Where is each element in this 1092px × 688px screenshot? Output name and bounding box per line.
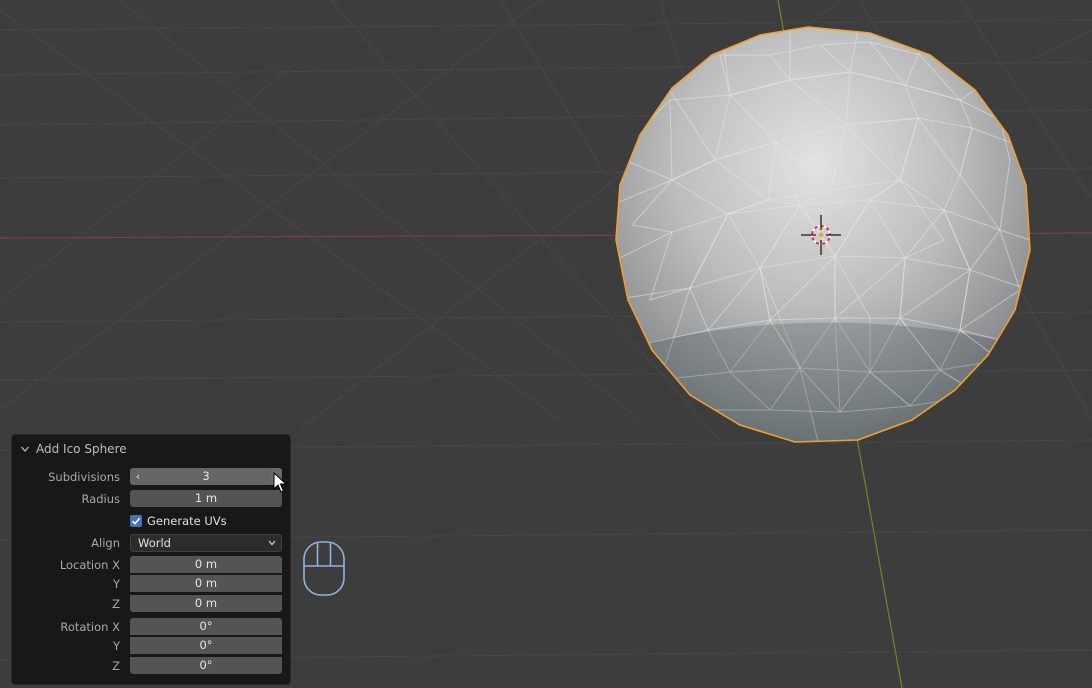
generate-uvs-checkbox[interactable]: [130, 515, 142, 527]
location-y-row: Y 0 m: [12, 575, 290, 593]
chevron-down-icon: [21, 446, 29, 452]
rotation-x-label: Rotation X: [60, 620, 120, 634]
rotation-x-field[interactable]: 0°: [130, 618, 282, 635]
operator-panel: Add Ico Sphere Subdivisions ‹ 3 Radius 1…: [11, 434, 291, 685]
location-z-row: Z 0 m: [12, 595, 290, 613]
checkmark-icon: [131, 517, 141, 525]
align-row: Align World: [12, 534, 290, 552]
radius-value: 1 m: [194, 491, 218, 505]
decrement-arrow-icon[interactable]: ‹: [133, 468, 143, 485]
location-y-value: 0 m: [194, 576, 218, 590]
radius-field[interactable]: 1 m: [130, 490, 282, 507]
subdivisions-row: Subdivisions ‹ 3: [12, 468, 290, 486]
rotation-z-row: Z 0°: [12, 657, 290, 675]
generate-uvs-toggle[interactable]: Generate UVs: [130, 512, 227, 530]
rotation-y-label: Y: [112, 639, 120, 653]
radius-label: Radius: [81, 492, 120, 506]
location-x-row: Location X 0 m: [12, 556, 290, 574]
mouse-icon: [303, 541, 345, 596]
location-z-value: 0 m: [194, 596, 218, 610]
panel-header[interactable]: Add Ico Sphere: [20, 440, 127, 458]
subdivisions-field[interactable]: ‹ 3: [130, 468, 282, 485]
location-x-field[interactable]: 0 m: [130, 556, 282, 573]
rotation-y-value: 0°: [199, 638, 213, 652]
align-dropdown[interactable]: World: [130, 534, 282, 552]
rotation-z-value: 0°: [199, 658, 213, 672]
rotation-y-row: Y 0°: [12, 637, 290, 655]
rotation-y-field[interactable]: 0°: [130, 637, 282, 654]
chevron-down-icon: [268, 540, 276, 546]
location-y-field[interactable]: 0 m: [130, 575, 282, 592]
location-z-field[interactable]: 0 m: [130, 595, 282, 612]
generate-uvs-label: Generate UVs: [147, 514, 227, 528]
location-x-label: Location X: [59, 558, 120, 572]
mouse-pointer-icon: [273, 472, 287, 493]
subdivisions-label: Subdivisions: [48, 470, 120, 484]
align-value: World: [138, 536, 171, 550]
rotation-x-value: 0°: [199, 619, 213, 633]
generate-uvs-row: Generate UVs: [12, 512, 290, 530]
subdivisions-value: 3: [202, 469, 210, 483]
rotation-z-field[interactable]: 0°: [130, 657, 282, 674]
rotation-x-row: Rotation X 0°: [12, 618, 290, 636]
radius-row: Radius 1 m: [12, 490, 290, 508]
location-y-label: Y: [112, 577, 120, 591]
location-x-value: 0 m: [194, 557, 218, 571]
panel-title: Add Ico Sphere: [36, 442, 127, 456]
rotation-z-label: Z: [112, 659, 120, 673]
align-label: Align: [91, 536, 120, 550]
location-z-label: Z: [112, 597, 120, 611]
